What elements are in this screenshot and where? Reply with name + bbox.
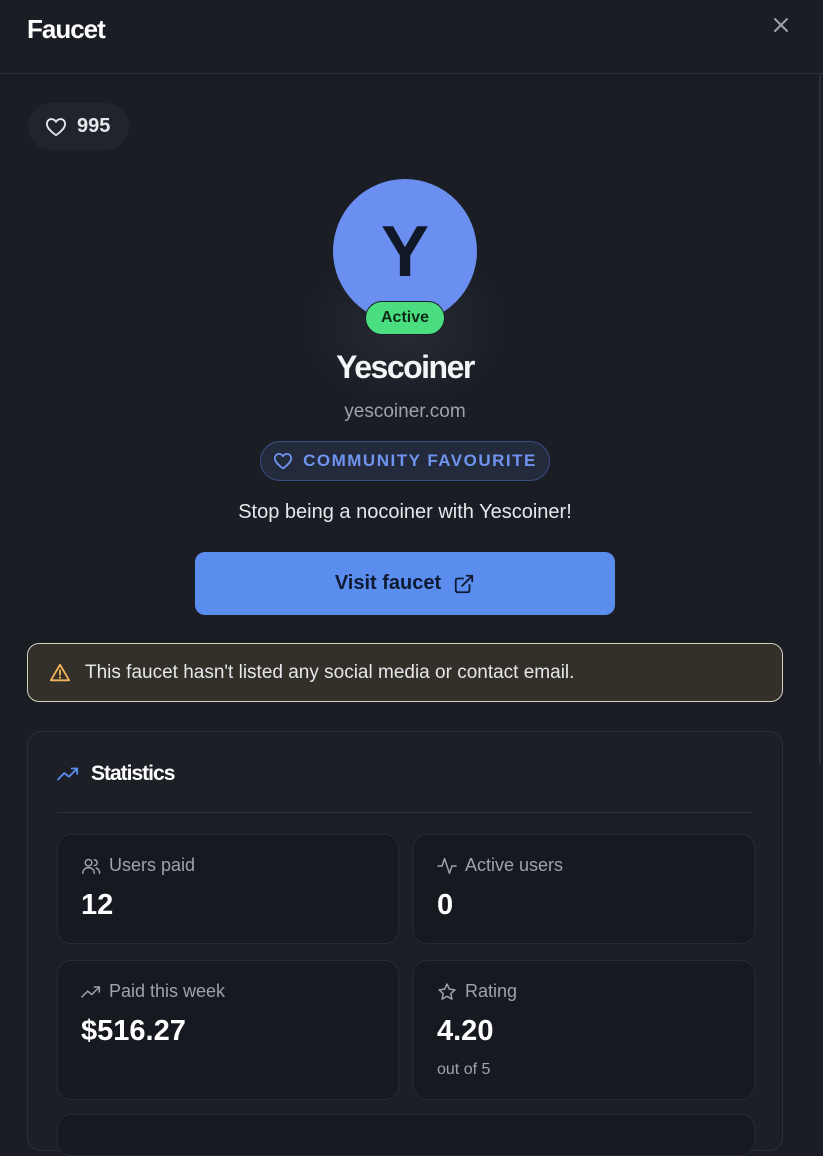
header: Faucet [0,0,823,74]
community-favourite-badge: COMMUNITY FAVOURITE [260,441,550,481]
stat-rating: Rating 4.20 out of 5 [413,960,755,1100]
status-badge: Active [365,301,445,335]
heart-icon [273,452,293,470]
statistics-card: Statistics Users paid 12 Active users 0 … [27,731,783,1156]
stat-value: 0 [437,889,454,921]
stat-paid-this-week: Paid this week $516.27 [57,960,399,1100]
stat-value: 4.20 [437,1015,494,1047]
visit-faucet-label: Visit faucet [334,572,442,594]
heart-icon [45,117,67,137]
stat-subtext: out of 5 [437,1061,491,1078]
visit-faucet-button[interactable]: Visit faucet [195,552,615,615]
stat-label: Users paid [109,855,196,875]
stat-tile-partial [57,1114,755,1156]
like-button[interactable]: 995 [28,103,129,150]
trending-up-icon [81,985,101,999]
stat-active-users: Active users 0 [413,834,755,944]
faucet-tagline: Stop being a nocoiner with Yescoiner! [238,501,572,523]
stat-users-paid: Users paid 12 [57,834,399,944]
star-icon [437,982,457,1002]
page-title: Faucet [27,14,106,44]
trending-up-icon [57,766,79,782]
stat-label: Active users [465,855,564,875]
activity-icon [437,857,457,875]
external-link-icon [453,573,475,595]
warning-text: This faucet hasn't listed any social med… [85,661,575,683]
stat-label: Paid this week [109,981,226,1001]
statistics-header: Statistics [57,762,175,786]
avatar-letter: Y [380,212,430,292]
badge-label: COMMUNITY FAVOURITE [303,451,537,470]
stat-label: Rating [465,981,518,1001]
stat-value: 12 [81,889,114,921]
stat-value: $516.27 [81,1015,186,1047]
warning-triangle-icon [49,662,71,684]
faucet-name: Yescoiner [336,349,475,385]
users-icon [81,857,101,875]
like-count: 995 [77,115,111,137]
close-icon[interactable] [770,14,792,36]
divider [57,812,753,813]
scrollbar[interactable] [819,74,821,764]
faucet-domain: yescoiner.com [344,401,466,422]
statistics-title: Statistics [91,762,175,785]
warning-alert: This faucet hasn't listed any social med… [27,643,783,702]
